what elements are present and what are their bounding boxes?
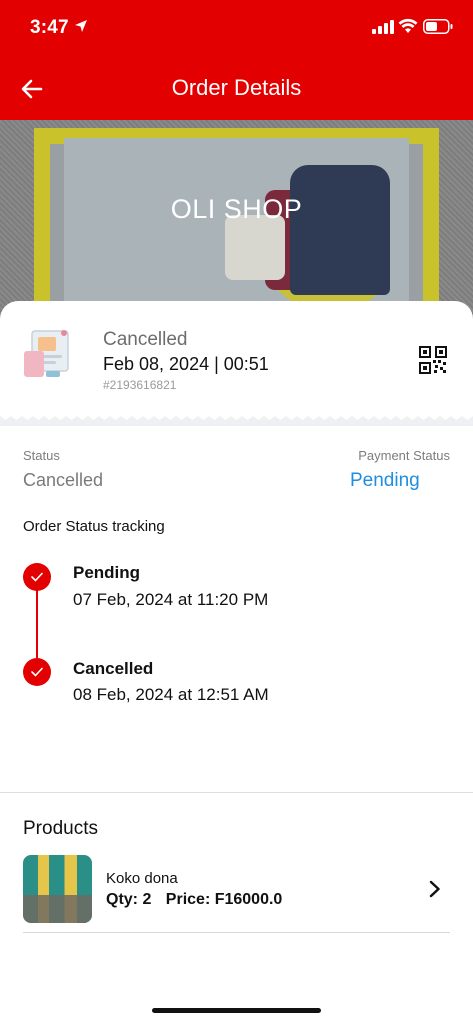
timeline-step-date: 07 Feb, 2024 at 11:20 PM (73, 590, 269, 609)
banner-jacket-shape (290, 165, 390, 295)
section-divider (0, 792, 473, 793)
signal-icon (372, 20, 394, 34)
status-bar: 3:47 (0, 0, 473, 58)
product-name: Koko dona (106, 870, 178, 887)
payment-status-value: Pending (350, 470, 420, 491)
check-icon (31, 572, 43, 582)
chevron-right-icon (429, 880, 440, 898)
battery-icon (423, 19, 453, 34)
product-price: Price: F16000.0 (165, 891, 283, 908)
timeline-step-cancelled-marker (23, 658, 51, 686)
app-bar: Order Details (0, 58, 473, 120)
timeline-step-date: 08 Feb, 2024 at 12:51 AM (73, 685, 269, 704)
timeline-step-pending-marker (23, 563, 51, 591)
order-id: #2193616821 (103, 378, 177, 392)
order-illustration-icon (24, 330, 69, 377)
timeline-step-title: Pending (73, 563, 141, 582)
payment-status-label: Payment Status (358, 448, 450, 463)
order-card: Cancelled Feb 08, 2024 | 00:51 #21936168… (0, 301, 473, 416)
location-arrow-icon (75, 20, 87, 32)
shop-banner: OLI SHOP (0, 120, 473, 320)
product-thumbnail-detail (23, 895, 92, 923)
shop-name: OLI SHOP (170, 194, 303, 224)
timeline-line (36, 578, 38, 670)
check-icon (31, 667, 43, 677)
page-title: Order Details (171, 75, 302, 100)
wifi-icon (398, 18, 418, 33)
timeline-step-title: Cancelled (73, 659, 154, 678)
home-indicator[interactable] (152, 1008, 321, 1013)
status-value: Cancelled (23, 470, 104, 490)
status-label: Status (23, 448, 60, 463)
order-datetime: Feb 08, 2024 | 00:51 (103, 354, 269, 374)
product-qty: Qty: 2 (106, 891, 152, 908)
ticket-edge-divider (0, 410, 473, 426)
order-state: Cancelled (103, 329, 188, 350)
tracking-title: Order Status tracking (23, 518, 165, 535)
status-time: 3:47 (30, 17, 69, 38)
product-thumbnail (23, 855, 92, 923)
products-title: Products (23, 818, 98, 839)
product-open-button[interactable] (423, 877, 447, 901)
product-meta: Qty: 2 Price: F16000.0 (106, 891, 292, 909)
product-list-item[interactable]: Koko dona Qty: 2 Price: F16000.0 (23, 853, 450, 933)
qr-code-icon[interactable] (417, 344, 449, 376)
